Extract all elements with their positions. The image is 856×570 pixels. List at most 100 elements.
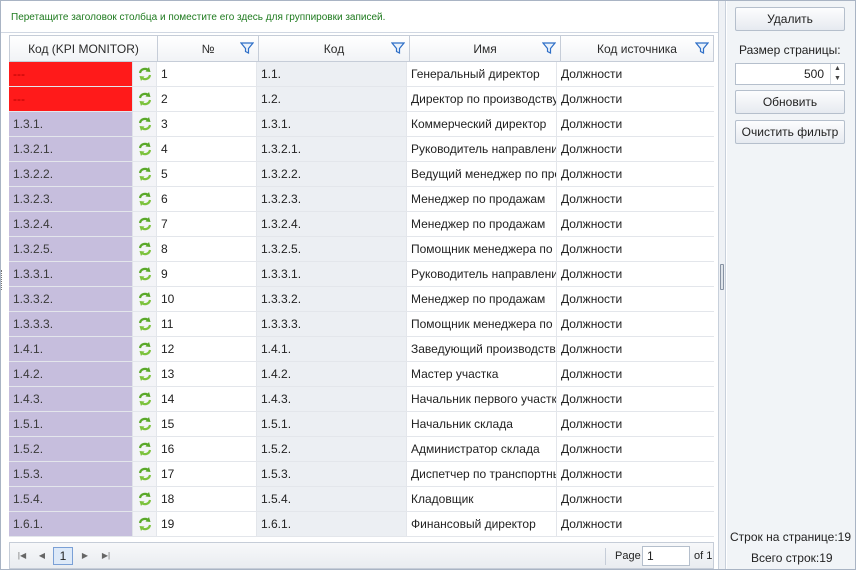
number-cell[interactable]: 12 xyxy=(156,337,256,361)
name-cell[interactable]: Ведущий менеджер по продажам xyxy=(406,162,556,186)
refresh-button[interactable]: Обновить xyxy=(735,90,845,114)
source-code-cell[interactable]: Должности xyxy=(556,237,714,261)
refresh-icon[interactable] xyxy=(132,62,156,86)
column-header-source[interactable]: Код источника xyxy=(561,36,713,61)
code-cell[interactable]: 1.2. xyxy=(256,87,406,111)
filter-icon[interactable] xyxy=(391,41,405,55)
clear-filter-button[interactable]: Очистить фильтр xyxy=(735,120,845,144)
stepper-down-icon[interactable]: ▼ xyxy=(831,74,844,84)
name-cell[interactable]: Кладовщик xyxy=(406,487,556,511)
column-header-num[interactable]: № xyxy=(158,36,259,61)
number-cell[interactable]: 4 xyxy=(156,137,256,161)
number-cell[interactable]: 8 xyxy=(156,237,256,261)
refresh-icon[interactable] xyxy=(132,262,156,286)
name-cell[interactable]: Помощник менеджера по продажам xyxy=(406,237,556,261)
source-code-cell[interactable]: Должности xyxy=(556,312,714,336)
refresh-icon[interactable] xyxy=(132,162,156,186)
kpi-code-cell[interactable]: 1.3.3.3. xyxy=(9,312,132,336)
table-row[interactable]: 1.5.2. 16 1.5.2. Администратор склада Должно… xyxy=(9,437,714,462)
page-size-value[interactable]: 500 xyxy=(804,67,824,81)
table-row[interactable]: 1.4.2. 13 1.4.2. Мастер участка Должности xyxy=(9,362,714,387)
name-cell[interactable]: Финансовый директор xyxy=(406,512,556,536)
number-cell[interactable]: 7 xyxy=(156,212,256,236)
refresh-icon[interactable] xyxy=(132,187,156,211)
source-code-cell[interactable]: Должности xyxy=(556,162,714,186)
number-cell[interactable]: 17 xyxy=(156,462,256,486)
group-drop-area[interactable]: Перетащите заголовок столбца и поместите… xyxy=(1,1,718,33)
name-cell[interactable]: Мастер участка xyxy=(406,362,556,386)
source-code-cell[interactable]: Должности xyxy=(556,212,714,236)
number-cell[interactable]: 9 xyxy=(156,262,256,286)
page-number-current[interactable]: 1 xyxy=(53,547,73,565)
code-cell[interactable]: 1.5.4. xyxy=(256,487,406,511)
kpi-code-cell[interactable]: 1.5.2. xyxy=(9,437,132,461)
source-code-cell[interactable]: Должности xyxy=(556,62,714,86)
prev-page-icon[interactable]: ◀ xyxy=(34,548,50,564)
name-cell[interactable]: Руководитель направления xyxy=(406,262,556,286)
kpi-code-cell[interactable]: 1.5.4. xyxy=(9,487,132,511)
table-row[interactable]: 1.5.4. 18 1.5.4. Кладовщик Должности xyxy=(9,487,714,512)
table-row[interactable]: 1.5.1. 15 1.5.1. Начальник склада Должности xyxy=(9,412,714,437)
refresh-icon[interactable] xyxy=(132,87,156,111)
name-cell[interactable]: Начальник склада xyxy=(406,412,556,436)
code-cell[interactable]: 1.4.2. xyxy=(256,362,406,386)
splitter-grip-icon[interactable] xyxy=(720,264,724,290)
code-cell[interactable]: 1.3.1. xyxy=(256,112,406,136)
code-cell[interactable]: 1.4.3. xyxy=(256,387,406,411)
refresh-icon[interactable] xyxy=(132,387,156,411)
number-cell[interactable]: 18 xyxy=(156,487,256,511)
refresh-icon[interactable] xyxy=(132,312,156,336)
table-row[interactable]: --- 1 1.1. Генеральный директор Должности xyxy=(9,62,714,87)
kpi-code-cell[interactable]: 1.4.3. xyxy=(9,387,132,411)
refresh-icon[interactable] xyxy=(132,487,156,511)
name-cell[interactable]: Руководитель направления xyxy=(406,137,556,161)
source-code-cell[interactable]: Должности xyxy=(556,412,714,436)
source-code-cell[interactable]: Должности xyxy=(556,487,714,511)
refresh-icon[interactable] xyxy=(132,287,156,311)
kpi-code-cell[interactable]: 1.4.2. xyxy=(9,362,132,386)
table-row[interactable]: --- 2 1.2. Директор по производству Должност… xyxy=(9,87,714,112)
page-size-stepper[interactable]: 500 ▲ ▼ xyxy=(735,63,845,85)
refresh-icon[interactable] xyxy=(132,462,156,486)
source-code-cell[interactable]: Должности xyxy=(556,387,714,411)
kpi-code-cell[interactable]: 1.3.2.4. xyxy=(9,212,132,236)
kpi-code-cell[interactable]: --- xyxy=(9,62,132,86)
number-cell[interactable]: 2 xyxy=(156,87,256,111)
kpi-code-cell[interactable]: 1.3.3.2. xyxy=(9,287,132,311)
refresh-icon[interactable] xyxy=(132,437,156,461)
table-row[interactable]: 1.4.3. 14 1.4.3. Начальник первого участка Д… xyxy=(9,387,714,412)
refresh-icon[interactable] xyxy=(132,112,156,136)
kpi-code-cell[interactable]: 1.3.3.1. xyxy=(9,262,132,286)
table-row[interactable]: 1.3.2.1. 4 1.3.2.1. Руководитель направлени… xyxy=(9,137,714,162)
source-code-cell[interactable]: Должности xyxy=(556,462,714,486)
name-cell[interactable]: Менеджер по продажам xyxy=(406,212,556,236)
source-code-cell[interactable]: Должности xyxy=(556,187,714,211)
kpi-code-cell[interactable]: 1.3.2.5. xyxy=(9,237,132,261)
number-cell[interactable]: 19 xyxy=(156,512,256,536)
source-code-cell[interactable]: Должности xyxy=(556,512,714,536)
kpi-code-cell[interactable]: --- xyxy=(9,87,132,111)
splitter[interactable] xyxy=(718,1,726,569)
number-cell[interactable]: 3 xyxy=(156,112,256,136)
table-row[interactable]: 1.3.3.1. 9 1.3.3.1. Руководитель направлени… xyxy=(9,262,714,287)
code-cell[interactable]: 1.3.3.2. xyxy=(256,287,406,311)
kpi-code-cell[interactable]: 1.3.2.3. xyxy=(9,187,132,211)
name-cell[interactable]: Диспетчер по транспортным перевозкам xyxy=(406,462,556,486)
table-row[interactable]: 1.3.2.3. 6 1.3.2.3. Менеджер по продажам Дол… xyxy=(9,187,714,212)
code-cell[interactable]: 1.3.2.5. xyxy=(256,237,406,261)
kpi-code-cell[interactable]: 1.3.2.1. xyxy=(9,137,132,161)
code-cell[interactable]: 1.5.1. xyxy=(256,412,406,436)
column-header-kpi[interactable]: Код (KPI MONITOR) xyxy=(10,36,158,61)
number-cell[interactable]: 11 xyxy=(156,312,256,336)
name-cell[interactable]: Администратор склада xyxy=(406,437,556,461)
name-cell[interactable]: Генеральный директор xyxy=(406,62,556,86)
code-cell[interactable]: 1.3.3.3. xyxy=(256,312,406,336)
name-cell[interactable]: Начальник первого участка xyxy=(406,387,556,411)
kpi-code-cell[interactable]: 1.3.1. xyxy=(9,112,132,136)
filter-icon[interactable] xyxy=(240,41,254,55)
source-code-cell[interactable]: Должности xyxy=(556,287,714,311)
table-row[interactable]: 1.3.1. 3 1.3.1. Коммерческий директор Должно… xyxy=(9,112,714,137)
code-cell[interactable]: 1.1. xyxy=(256,62,406,86)
table-row[interactable]: 1.6.1. 19 1.6.1. Финансовый директор Должнос… xyxy=(9,512,714,537)
first-page-icon[interactable]: |◀ xyxy=(14,548,30,564)
